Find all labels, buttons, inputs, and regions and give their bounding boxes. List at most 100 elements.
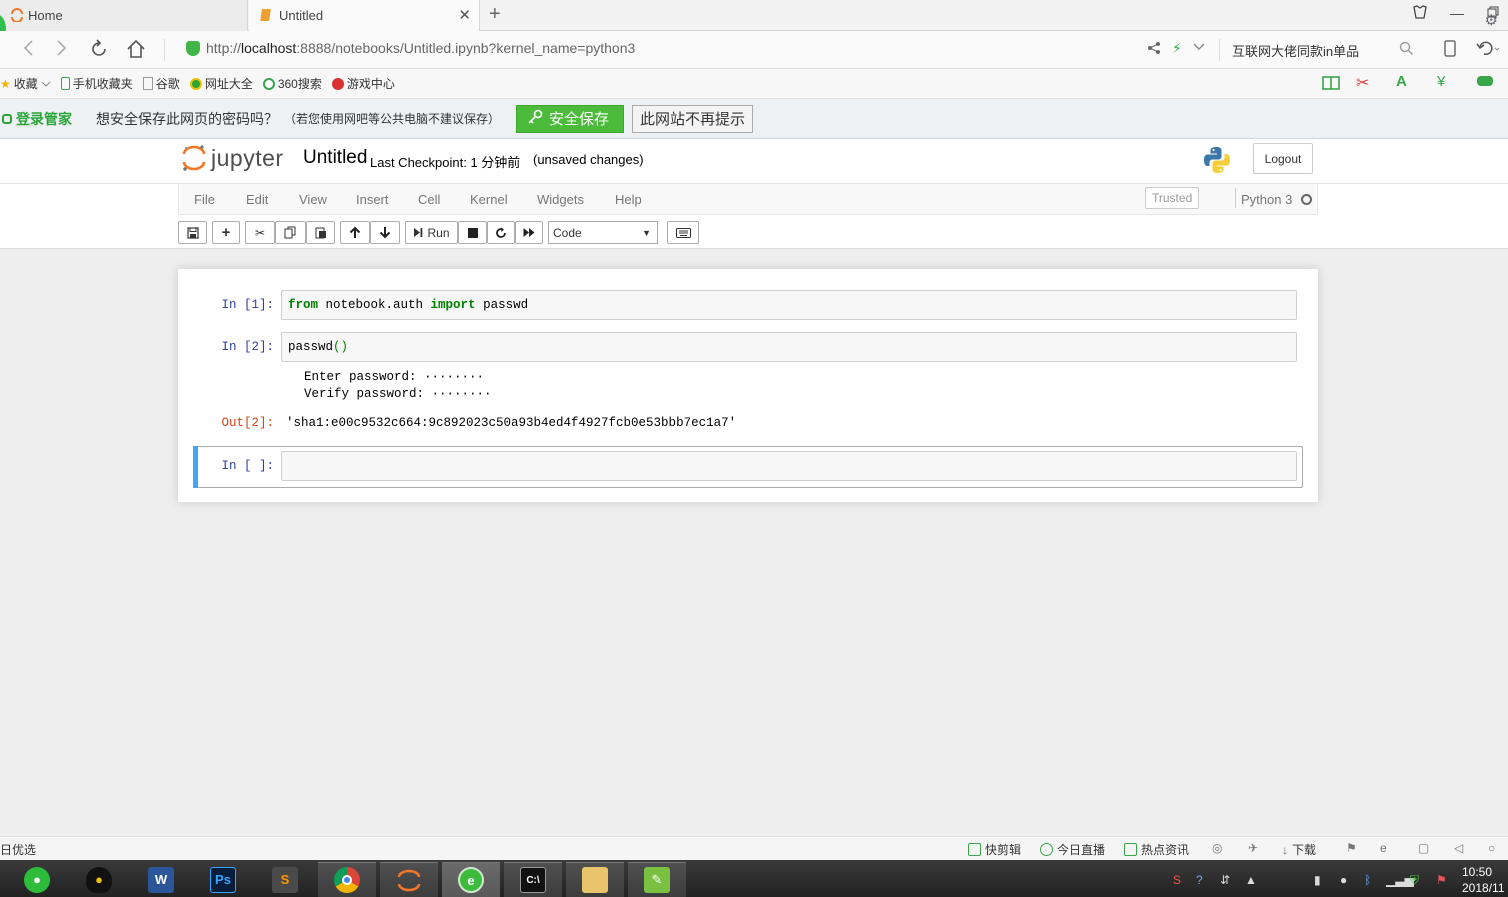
status-promo[interactable]: 日优选 bbox=[0, 841, 36, 858]
skin-icon[interactable] bbox=[1412, 5, 1428, 22]
taskbar-360-browser[interactable]: e bbox=[442, 862, 500, 897]
security-shield-icon[interactable]: ⛨ bbox=[1410, 873, 1419, 888]
arrow-down-icon bbox=[379, 227, 391, 239]
tab-home[interactable]: Home bbox=[0, 0, 248, 31]
bluetooth-icon[interactable]: ᛒ bbox=[1364, 873, 1371, 887]
menu-edit[interactable]: Edit bbox=[246, 192, 268, 207]
url-field[interactable]: http://localhost:8888/notebooks/Untitled… bbox=[186, 40, 635, 56]
ie-icon[interactable]: e bbox=[1380, 841, 1387, 855]
code-cell-input[interactable]: from notebook.auth import passwd bbox=[281, 290, 1297, 320]
output-value: 'sha1:e00c9532c664:9c892023c50a93b4ed4f4… bbox=[286, 416, 737, 430]
menu-widgets[interactable]: Widgets bbox=[537, 192, 584, 207]
status-live[interactable]: 今日直播 bbox=[1040, 841, 1105, 858]
bookmark-hao[interactable]: 网址大全 bbox=[189, 75, 253, 92]
taskbar-chrome[interactable] bbox=[318, 862, 376, 897]
run-button[interactable]: Run bbox=[405, 221, 458, 244]
taskbar-sublime[interactable]: S bbox=[256, 862, 314, 897]
taskbar-explorer[interactable] bbox=[566, 862, 624, 897]
wallet-icon[interactable]: ¥ bbox=[1437, 73, 1445, 90]
menu-view[interactable]: View bbox=[299, 192, 327, 207]
share-icon[interactable] bbox=[1147, 41, 1161, 58]
status-download[interactable]: ↓ 下载 bbox=[1282, 841, 1316, 858]
photoshop-icon: Ps bbox=[210, 866, 236, 893]
zoom-icon[interactable]: ○ bbox=[1488, 841, 1495, 855]
bookmark-google[interactable]: 谷歌 bbox=[142, 75, 180, 92]
mobile-icon[interactable] bbox=[1444, 40, 1456, 60]
network-icon[interactable]: ⇵ bbox=[1220, 873, 1230, 887]
menu-help[interactable]: Help bbox=[615, 192, 642, 207]
menu-cell[interactable]: Cell bbox=[418, 192, 440, 207]
logout-button[interactable]: Logout bbox=[1253, 143, 1313, 174]
reload-icon[interactable] bbox=[89, 39, 109, 64]
undo-icon[interactable] bbox=[1476, 40, 1500, 60]
game-controller-icon[interactable] bbox=[1476, 74, 1494, 91]
bookmark-360-search[interactable]: 360搜索 bbox=[262, 75, 322, 92]
move-up-button[interactable] bbox=[340, 221, 370, 244]
reader-icon[interactable] bbox=[1322, 75, 1340, 94]
lightning-icon[interactable]: ⚡ bbox=[1172, 40, 1182, 57]
pin-icon[interactable]: ✈ bbox=[1248, 841, 1258, 855]
code-cell-input[interactable]: passwd() bbox=[281, 332, 1297, 362]
gear-icon[interactable]: ⚙ bbox=[1485, 11, 1498, 29]
translate-icon[interactable]: A bbox=[1396, 73, 1407, 90]
kernel-name[interactable]: Python 3 bbox=[1241, 192, 1292, 207]
notebook-title[interactable]: Untitled bbox=[303, 147, 367, 169]
flag-icon[interactable]: ⚑ bbox=[1346, 841, 1357, 855]
taskbar-word[interactable]: W bbox=[132, 862, 190, 897]
close-icon[interactable]: ✕ bbox=[458, 6, 471, 24]
menu-file[interactable]: File bbox=[194, 192, 215, 207]
taskbar-notepad[interactable]: ✎ bbox=[628, 862, 686, 897]
battery-icon[interactable]: ▮ bbox=[1314, 873, 1321, 887]
speed-icon[interactable]: ◎ bbox=[1212, 841, 1222, 855]
save-password-button[interactable]: 安全保存 bbox=[516, 104, 625, 133]
command-palette-button[interactable] bbox=[667, 221, 699, 244]
bookmark-favorites[interactable]: ★ 收藏 bbox=[0, 75, 51, 92]
new-tab-icon[interactable]: + bbox=[489, 3, 501, 26]
window-icon[interactable]: ▢ bbox=[1418, 841, 1429, 855]
status-quick-edit[interactable]: 快剪辑 bbox=[968, 841, 1021, 858]
taskbar-jupyter[interactable] bbox=[380, 862, 438, 897]
restart-button[interactable] bbox=[487, 221, 515, 244]
taskbar-clock[interactable]: 10:50 2018/11 bbox=[1462, 864, 1505, 896]
menu-kernel[interactable]: Kernel bbox=[470, 192, 508, 207]
interrupt-button[interactable] bbox=[458, 221, 487, 244]
search-icon[interactable] bbox=[1399, 41, 1414, 59]
flag-tray-icon[interactable]: ⚑ bbox=[1436, 873, 1447, 887]
search-suggestion[interactable]: 互联网大佬同款in单品 bbox=[1232, 41, 1359, 60]
never-remind-button[interactable]: 此网站不再提示 bbox=[632, 104, 754, 133]
taskbar-wechat[interactable]: ● bbox=[8, 862, 66, 897]
clock-time: 10:50 bbox=[1462, 865, 1493, 879]
cut-button[interactable]: ✂ bbox=[245, 221, 275, 244]
chevron-down-icon[interactable] bbox=[1193, 40, 1205, 55]
taskbar-photoshop[interactable]: Ps bbox=[194, 862, 252, 897]
move-down-button[interactable] bbox=[370, 221, 400, 244]
screenshot-icon[interactable]: ✂ bbox=[1356, 73, 1369, 93]
cell-type-select[interactable]: Code ▼ bbox=[548, 221, 658, 244]
help-icon[interactable]: ? bbox=[1196, 873, 1203, 887]
back-icon[interactable] bbox=[22, 39, 34, 62]
folder-icon bbox=[582, 867, 608, 893]
code-cell-input[interactable] bbox=[281, 451, 1297, 481]
taskbar-qq[interactable]: ● bbox=[70, 862, 128, 897]
menu-insert[interactable]: Insert bbox=[356, 192, 389, 207]
paste-button[interactable] bbox=[306, 221, 335, 244]
insert-cell-button[interactable]: + bbox=[212, 221, 240, 244]
tray-expand-icon[interactable]: ▲ bbox=[1245, 873, 1257, 887]
checkpoint-status: Last Checkpoint: 1 分钟前 bbox=[370, 155, 521, 170]
save-button[interactable] bbox=[178, 221, 207, 244]
tab-untitled[interactable]: Untitled ✕ bbox=[249, 0, 480, 31]
restart-run-all-button[interactable] bbox=[515, 221, 543, 244]
forward-icon[interactable] bbox=[56, 39, 68, 62]
copy-button[interactable] bbox=[275, 221, 306, 244]
trusted-indicator[interactable]: Trusted bbox=[1145, 187, 1200, 209]
status-news[interactable]: 热点资讯 bbox=[1124, 841, 1189, 858]
bookmark-mobile[interactable]: 手机收藏夹 bbox=[60, 75, 133, 92]
jupyter-logo[interactable]: jupyter bbox=[181, 143, 284, 173]
minimize-icon[interactable]: — bbox=[1450, 5, 1464, 21]
qq-tray-icon[interactable]: ● bbox=[1340, 873, 1347, 887]
taskbar-terminal[interactable]: C:\ bbox=[504, 862, 562, 897]
sogou-icon[interactable]: S bbox=[1173, 873, 1181, 887]
home-icon[interactable] bbox=[126, 39, 146, 64]
bookmark-games[interactable]: 游戏中心 bbox=[331, 75, 395, 92]
volume-icon[interactable]: ◁ bbox=[1454, 841, 1463, 855]
